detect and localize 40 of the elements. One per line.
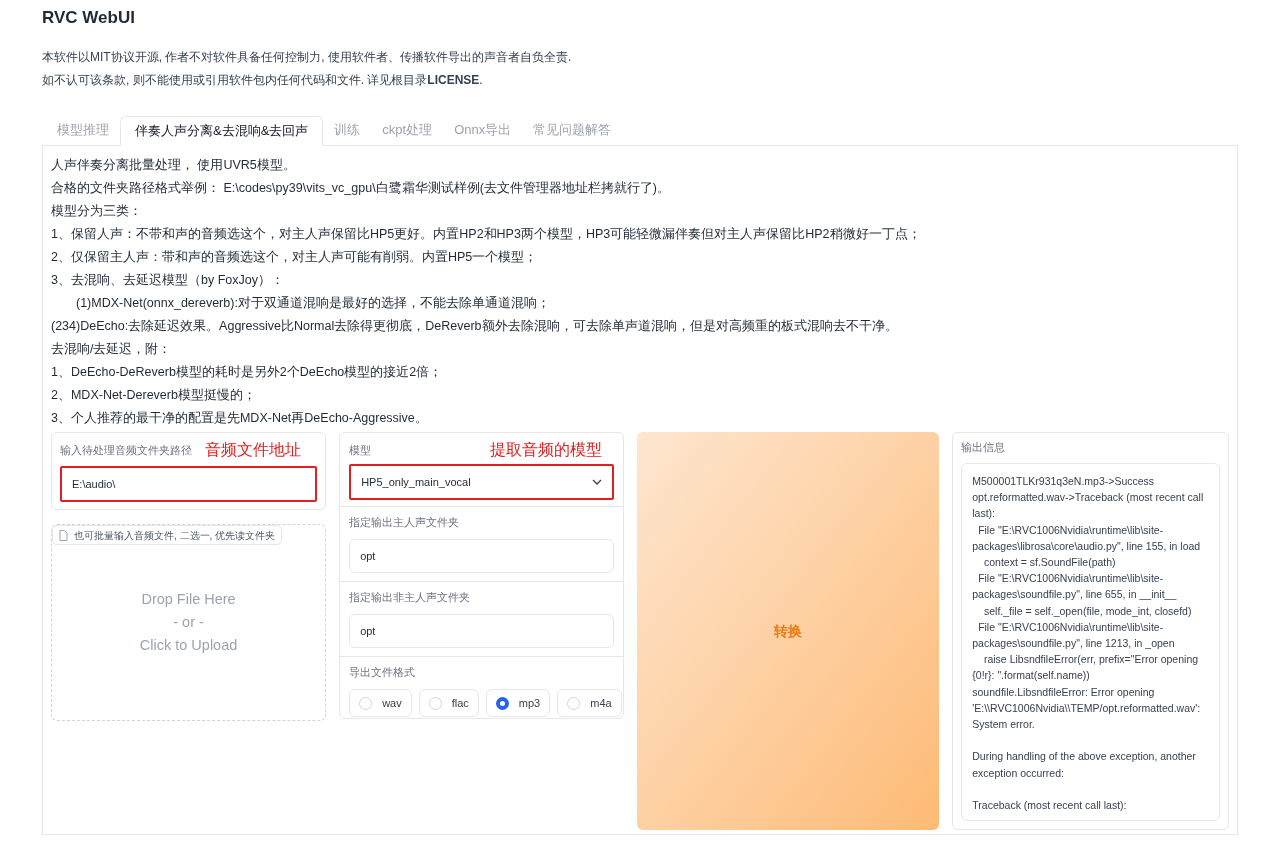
vocal-folder-field[interactable]: opt xyxy=(349,539,615,573)
file-icon xyxy=(59,529,68,541)
format-radio[interactable]: m4a xyxy=(557,689,622,717)
tab[interactable]: 伴奏人声分离&去混响&去回声 xyxy=(120,116,324,146)
field-label: 指定输出主人声文件夹 xyxy=(349,515,461,529)
intro-text: 3、个人推荐的最干净的配置是先MDX-Net再DeEcho-Aggressive。 xyxy=(51,410,428,427)
intro-text: 1、DeEcho-DeReverb模型的耗时是另外2个DeEcho模型的接近2倍； xyxy=(51,364,443,381)
page-title: RVC WebUI xyxy=(42,7,135,29)
intro-text: (234)DeEcho:去除延迟效果。Aggressive比Normal去除得更彻底，DeReverb额外去除混响，可去除单声道混响，但是对高频重的板式混响去不干净。 xyxy=(51,318,898,335)
notice-text: 本软件以MIT协议开源, 作者不对软件具备任何控制力, 使用软件者、传播软件导出的声音者自负全责. xyxy=(42,49,573,66)
intro-text: 人声伴奏分离批量处理， 使用UVR5模型。 xyxy=(51,157,296,174)
notice-text: 如不认可该条款, 则不能使用或引用软件包内任何代码和文件. 详见根目录LICENSE. xyxy=(42,72,484,89)
upload-label: 也可批量输入音频文件, 二选一, 优先读文件夹 xyxy=(74,528,276,543)
intro-text: 去混响/去延迟，附： xyxy=(51,341,172,358)
upload-area[interactable]: 也可批量输入音频文件, 二选一, 优先读文件夹 Drop File Here - or - Click to Upload xyxy=(51,524,327,721)
format-radio[interactable]: mp3 xyxy=(485,689,551,717)
upload-hint: - or - xyxy=(173,613,204,632)
intro-text: (1)MDX-Net(onnx_dereverb):对于双通道混响是最好的选择，不能去除单通道混响； xyxy=(75,295,550,312)
intro-text: 合格的文件夹路径格式举例： E:\codes\py39\vits_vc_gpu\白鹭霜华测试样例(去文件管理器地址栏拷就行了)。 xyxy=(51,180,670,197)
upload-hint: Drop File Here xyxy=(141,590,236,609)
chevron-down-icon xyxy=(592,479,603,485)
output-textbox[interactable]: M500001TLKr931q3eN.mp3->Success opt.reformatted.wav->Traceback (most recent call last): File "E:\RVC1006Nvidia\runtime\lib\site-packages\librosa\core\audio.py", line 155, in load context = sf.SoundFile(path) File "E:\RVC1006Nvidia\runtime\lib\site-packages\soundfile.py", line 655, in __init__ self._file = self._open(file, mode_int, closefd) File "E:\RVC1006Nvidia\runtime\lib\site-packages\soundfile.py", line 1213, in _open raise LibsndfileError(err, prefix="Error opening {0!r}: ".format(self.name)) soundfile.LibsndfileError: Error opening 'E:\\RVC1006Nvidia\\TEMP/opt.reformatted.wav': System error. During handling of the above exception, another exception occurred: Traceback (most recent call last): xyxy=(961,463,1220,821)
intro-text: 2、MDX-Net-Dereverb模型挺慢的； xyxy=(51,387,256,404)
intro-text: 3、去混响、去延迟模型（by FoxJoy）： xyxy=(51,272,284,289)
field-label: 指定输出非主人声文件夹 xyxy=(349,590,472,604)
other-folder-field[interactable]: opt xyxy=(349,614,615,648)
folder-path-field[interactable]: E:\audio\ xyxy=(60,466,318,502)
field-label: 输出信息 xyxy=(961,440,1007,454)
field-label: 导出文件格式 xyxy=(349,665,417,679)
intro-text: 1、保留人声：不带和声的音频选这个，对主人声保留比HP5更好。内置HP2和HP3两个模型，HP3可能轻微漏伴奏但对主人声保留比HP2稍微好一丁点； xyxy=(51,226,921,243)
format-radio[interactable]: wav xyxy=(349,689,412,717)
model-dropdown[interactable]: HP5_only_main_vocal xyxy=(349,464,615,500)
annotation-label: 提取音频的模型 xyxy=(490,440,603,460)
annotation-label: 音频文件地址 xyxy=(205,440,302,460)
field-label: 输入待处理音频文件夹路径 xyxy=(60,442,192,458)
intro-text: 模型分为三类： xyxy=(51,203,142,220)
format-radio[interactable]: flac xyxy=(418,689,479,717)
intro-text: 2、仅保留主人声：带和声的音频选这个，对主人声可能有削弱。内置HP5一个模型； xyxy=(51,249,538,266)
upload-hint: Click to Upload xyxy=(139,636,238,655)
field-label: 模型 xyxy=(349,442,372,458)
